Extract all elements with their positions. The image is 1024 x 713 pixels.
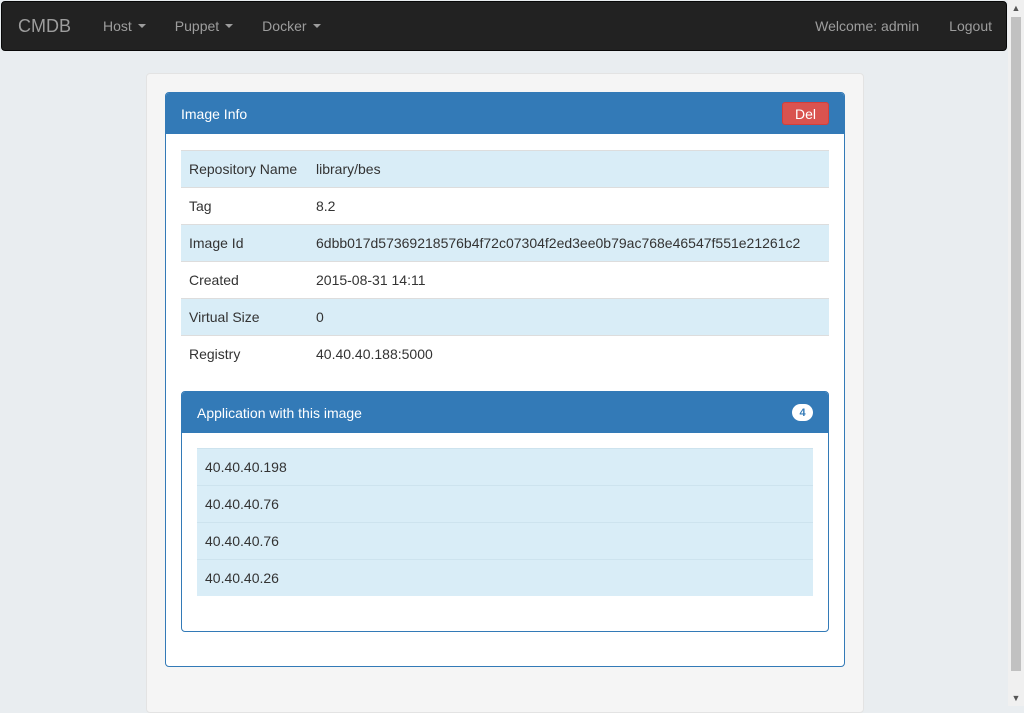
table-row: Image Id 6dbb017d57369218576b4f72c07304f… xyxy=(181,224,829,262)
nav-right: Welcome: admin Logout xyxy=(815,18,1006,34)
nav-menu-docker[interactable]: Docker xyxy=(247,18,334,34)
table-row: Repository Name library/bes xyxy=(181,150,829,188)
image-info-panel: Image Info Del Repository Name library/b… xyxy=(165,92,845,667)
brand-link[interactable]: CMDB xyxy=(2,16,88,37)
row-key: Image Id xyxy=(181,224,308,262)
table-row: Created 2015-08-31 14:11 xyxy=(181,261,829,299)
row-value: 40.40.40.188:5000 xyxy=(308,335,829,373)
row-value: 6dbb017d57369218576b4f72c07304f2ed3ee0b7… xyxy=(308,224,829,262)
caret-down-icon xyxy=(137,24,146,28)
panel-title: Image Info xyxy=(181,105,248,122)
row-value: 0 xyxy=(308,298,829,336)
nav-menu-label: Puppet xyxy=(174,18,220,34)
scroll-up-arrow-icon[interactable]: ▲ xyxy=(1008,0,1024,16)
table-row: Virtual Size 0 xyxy=(181,298,829,336)
top-navbar: CMDB Host Puppet Docker Welcome: admin L… xyxy=(1,1,1007,51)
vertical-scrollbar[interactable]: ▲ ▼ xyxy=(1008,0,1024,706)
row-value: 8.2 xyxy=(308,187,829,225)
row-key: Virtual Size xyxy=(181,298,308,336)
scroll-down-arrow-icon[interactable]: ▼ xyxy=(1008,690,1024,706)
logout-link[interactable]: Logout xyxy=(949,18,1006,34)
nav-menu-label: Docker xyxy=(262,18,307,34)
table-row: Registry 40.40.40.188:5000 xyxy=(181,335,829,373)
image-info-table: Repository Name library/bes Tag 8.2 Imag… xyxy=(181,150,829,373)
nav-menu-puppet[interactable]: Puppet xyxy=(160,18,247,34)
row-key: Tag xyxy=(181,187,308,225)
list-item[interactable]: 40.40.40.76 xyxy=(197,522,813,559)
row-key: Repository Name xyxy=(181,150,308,188)
applications-title: Application with this image xyxy=(197,404,362,421)
count-badge: 4 xyxy=(792,404,813,421)
caret-down-icon xyxy=(312,24,321,28)
row-value: library/bes xyxy=(308,150,829,188)
nav-menu-label: Host xyxy=(103,18,132,34)
welcome-text: Welcome: admin xyxy=(815,18,920,34)
applications-panel: Application with this image 4 40.40.40.1… xyxy=(181,391,829,632)
delete-button[interactable]: Del xyxy=(782,102,829,125)
scrollbar-thumb[interactable] xyxy=(1011,17,1021,671)
applications-heading: Application with this image 4 xyxy=(182,392,828,433)
list-item[interactable]: 40.40.40.76 xyxy=(197,485,813,522)
application-list: 40.40.40.198 40.40.40.76 40.40.40.76 40.… xyxy=(197,448,813,596)
list-item[interactable]: 40.40.40.26 xyxy=(197,559,813,596)
list-item[interactable]: 40.40.40.198 xyxy=(197,448,813,485)
row-key: Registry xyxy=(181,335,308,373)
nav-menu-host[interactable]: Host xyxy=(88,18,160,34)
table-row: Tag 8.2 xyxy=(181,187,829,225)
image-info-heading: Image Info Del xyxy=(166,93,844,134)
row-value: 2015-08-31 14:11 xyxy=(308,261,829,299)
row-key: Created xyxy=(181,261,308,299)
caret-down-icon xyxy=(225,24,234,28)
